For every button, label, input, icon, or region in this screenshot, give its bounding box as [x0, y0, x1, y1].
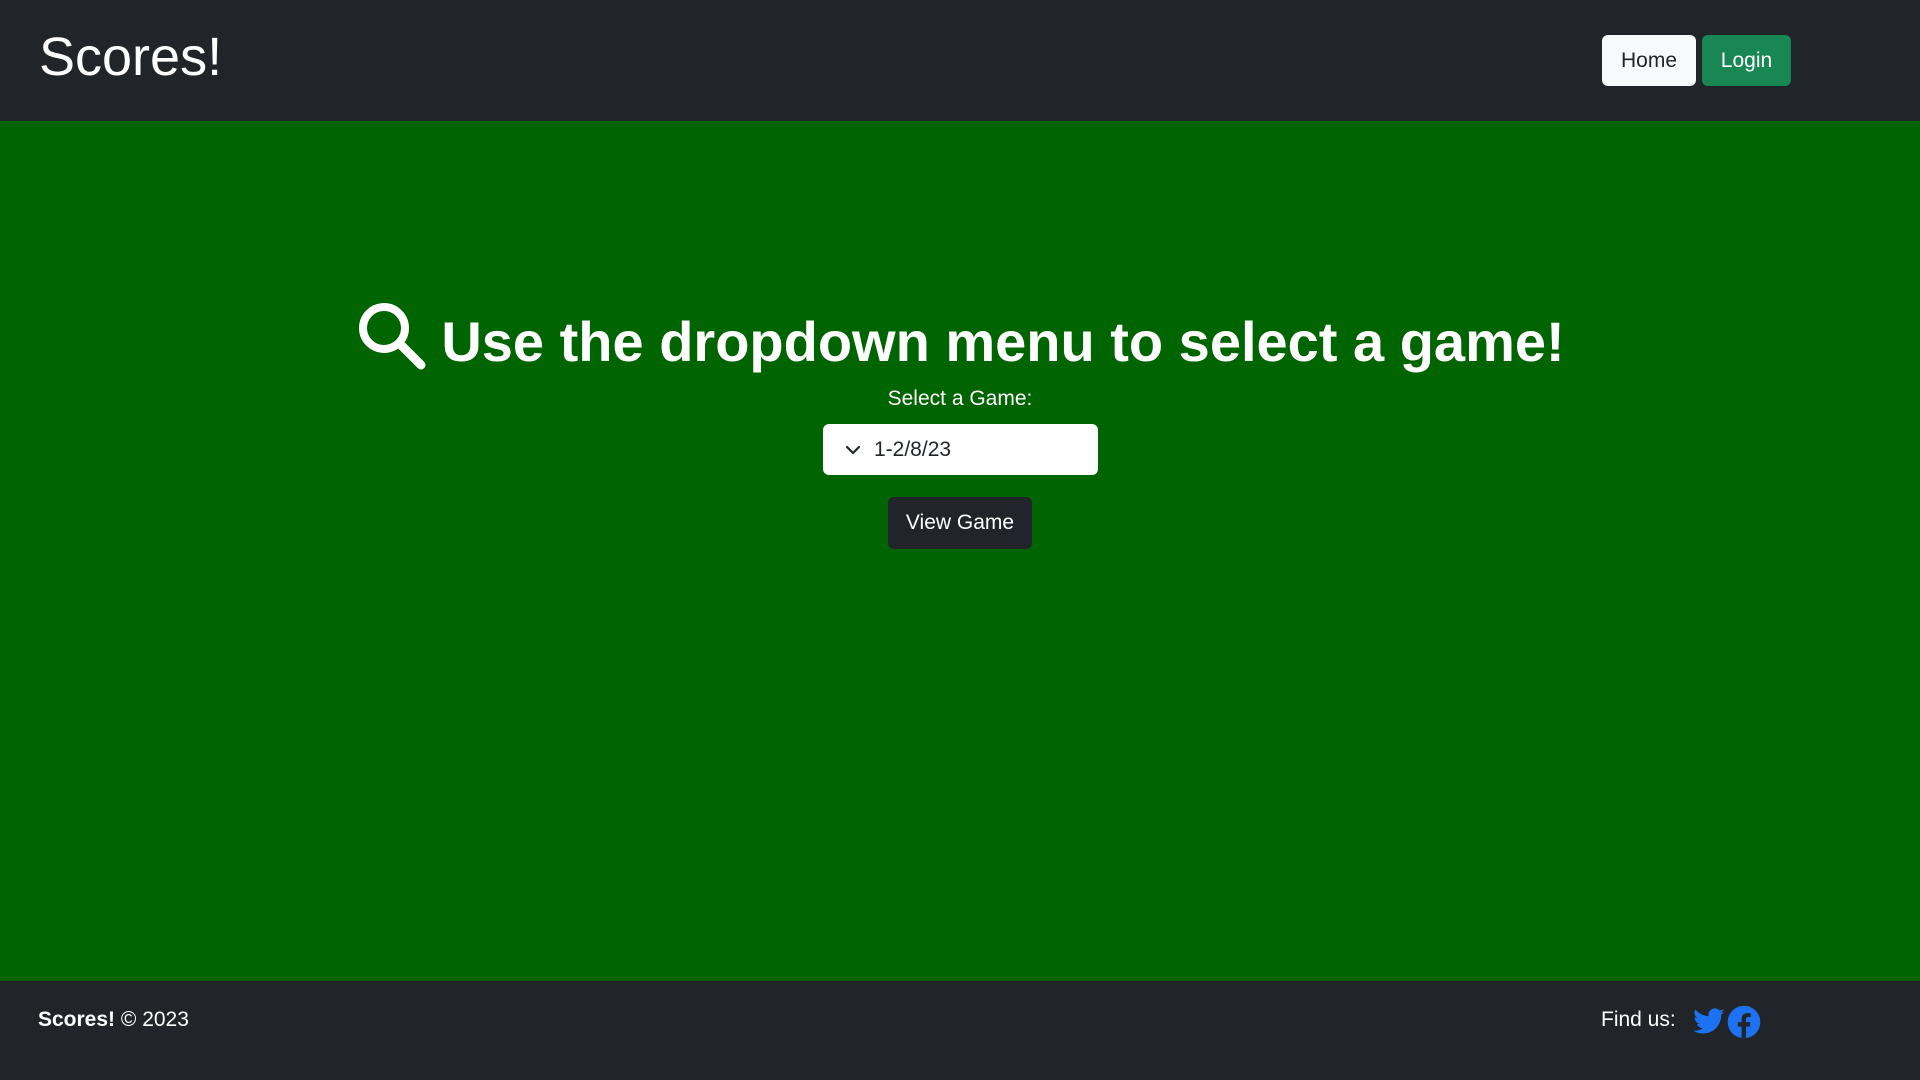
facebook-icon[interactable]	[1727, 1005, 1761, 1039]
chevron-down-icon	[845, 445, 861, 455]
footer-copyright: Scores! © 2023	[38, 991, 189, 1049]
footer-brand: Scores!	[38, 1008, 116, 1031]
footer: Scores! © 2023 Find us:	[0, 981, 1920, 1080]
top-navbar: Scores! Home Login	[0, 0, 1920, 121]
game-select-value: 1-2/8/23	[874, 438, 952, 461]
login-button[interactable]: Login	[1702, 35, 1791, 86]
page-headline: Use the dropdown menu to select a game!	[0, 299, 1920, 382]
search-icon	[359, 303, 426, 370]
twitter-icon[interactable]	[1692, 1005, 1726, 1039]
main-content: Use the dropdown menu to select a game! …	[0, 121, 1920, 981]
find-us-label: Find us:	[1601, 1008, 1676, 1031]
view-game-button[interactable]: View Game	[888, 497, 1032, 549]
copyright-text: © 2023	[120, 1008, 189, 1031]
game-select[interactable]: 1-2/8/23	[823, 424, 1098, 475]
site-brand[interactable]: Scores!	[39, 24, 222, 90]
home-button[interactable]: Home	[1602, 35, 1696, 86]
game-select-label: Select a Game:	[887, 387, 1033, 410]
headline-text: Use the dropdown menu to select a game!	[441, 310, 1565, 373]
